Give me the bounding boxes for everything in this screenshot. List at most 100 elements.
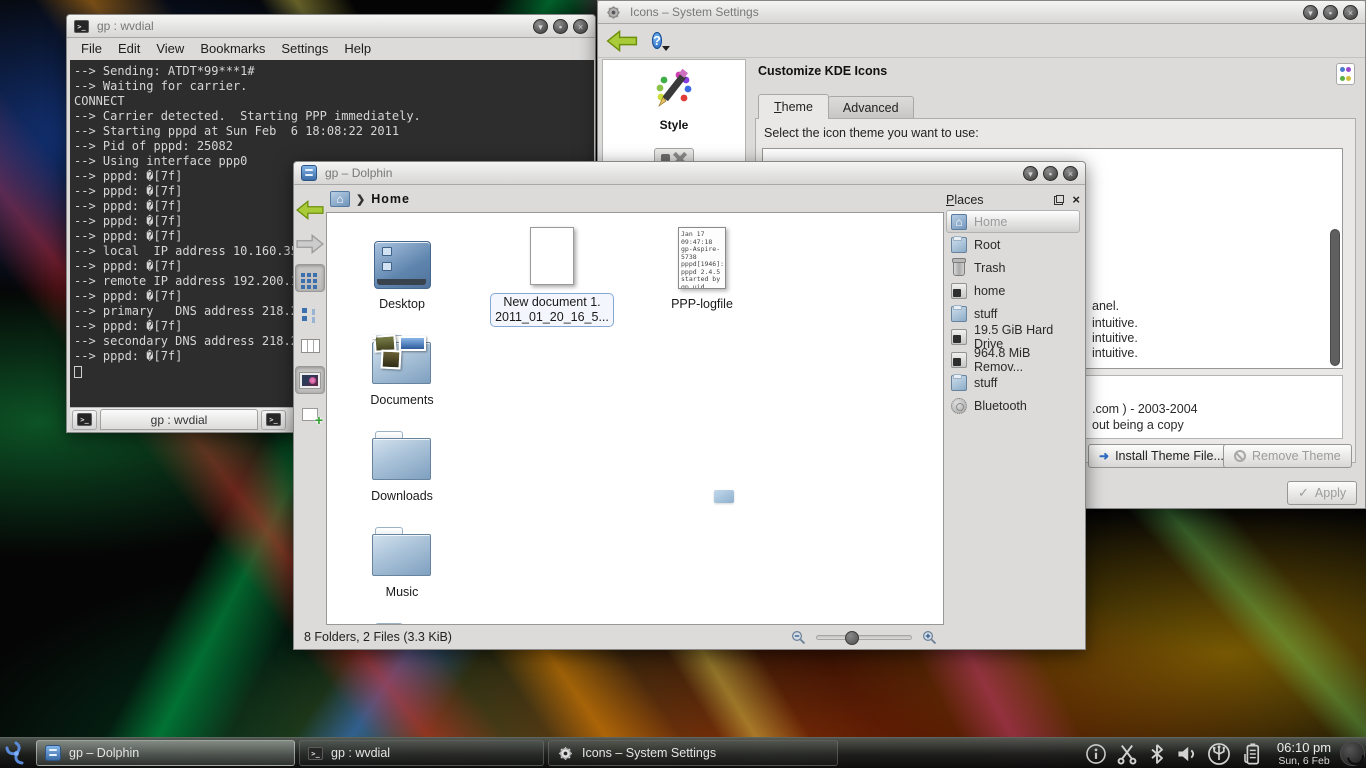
style-icon: [651, 68, 697, 114]
places-item[interactable]: Bluetooth: [946, 394, 1080, 417]
menu-item[interactable]: File: [73, 40, 110, 57]
breadcrumb-home[interactable]: Home: [371, 192, 410, 206]
folder-item[interactable]: Desktop: [327, 215, 477, 311]
minimize-icon[interactable]: ▾: [1023, 166, 1038, 181]
folder-label: Music: [386, 585, 419, 599]
remove-theme-button[interactable]: Remove Theme: [1223, 444, 1352, 468]
preview-icon: [300, 373, 320, 388]
places-item[interactable]: Trash: [946, 256, 1080, 279]
home-folder-icon[interactable]: ⌂: [330, 191, 350, 207]
gear-icon: [605, 4, 622, 21]
menu-item[interactable]: Bookmarks: [192, 40, 273, 57]
place-icon: [951, 352, 967, 368]
split-view-button[interactable]: [295, 400, 325, 428]
panel-toolbox-cashew[interactable]: [1340, 741, 1365, 766]
taskbar: gp – Dolphin >_ gp : wvdial Icons – Syst…: [0, 737, 1366, 768]
places-title: Places: [946, 193, 1054, 207]
details-view-button[interactable]: [295, 298, 325, 326]
system-settings-toolbar: ?: [598, 24, 1365, 58]
places-item[interactable]: stuff: [946, 371, 1080, 394]
sidebar-item-style[interactable]: Style: [603, 60, 745, 132]
place-label: 964.8 MiB Remov...: [974, 346, 1075, 374]
close-icon[interactable]: ×: [1343, 5, 1358, 20]
place-label: Root: [974, 238, 1000, 252]
minimize-icon[interactable]: ▾: [533, 19, 548, 34]
close-panel-icon[interactable]: ×: [1072, 195, 1080, 205]
place-label: Trash: [974, 261, 1006, 275]
app-launcher-button[interactable]: [2, 739, 31, 768]
places-item[interactable]: ⌂ Home: [946, 210, 1080, 233]
icons-view-button[interactable]: [295, 264, 325, 292]
apply-button[interactable]: ✓ Apply: [1287, 481, 1357, 505]
folder-icon: [372, 431, 432, 481]
forward-button[interactable]: [295, 230, 325, 258]
place-label: home: [974, 284, 1005, 298]
drag-ghost-artifact: [714, 490, 734, 503]
maximize-icon[interactable]: ▪: [553, 19, 568, 34]
taskbar-task-wvdial[interactable]: >_ gp : wvdial: [299, 740, 544, 766]
clock[interactable]: 06:10 pm Sun, 6 Feb: [1268, 740, 1340, 767]
columns-view-button[interactable]: [295, 332, 325, 360]
maximize-icon[interactable]: ▪: [1323, 5, 1338, 20]
tab-theme[interactable]: Theme: [758, 94, 829, 119]
breadcrumb-separator: ❯: [356, 193, 365, 206]
konsole-titlebar[interactable]: >_ gp : wvdial ▾ ▪ ×: [67, 15, 595, 38]
volume-icon[interactable]: [1176, 743, 1198, 765]
zoom-slider-knob[interactable]: [845, 631, 859, 645]
folder-item[interactable]: Music: [327, 503, 477, 599]
zoom-slider[interactable]: [816, 635, 912, 640]
menu-item[interactable]: Settings: [273, 40, 336, 57]
float-panel-icon[interactable]: [1054, 195, 1064, 205]
bluetooth-icon[interactable]: [1147, 743, 1167, 765]
places-item[interactable]: 964.8 MiB Remov...: [946, 348, 1080, 371]
places-item[interactable]: home: [946, 279, 1080, 302]
taskbar-task-system-settings[interactable]: Icons – System Settings: [548, 740, 838, 766]
columns-view-icon: [301, 339, 320, 353]
klipper-scissors-icon[interactable]: [1116, 743, 1138, 765]
file-item[interactable]: Jan 17 09:47:18 gp-Aspire-5738 pppd[1946…: [627, 215, 777, 327]
new-tab-button[interactable]: >_: [72, 410, 97, 430]
folder-item[interactable]: Pictures: [327, 599, 477, 625]
folder-item[interactable]: Downloads: [327, 407, 477, 503]
folder-item[interactable]: Documents: [327, 311, 477, 407]
taskbar-task-dolphin[interactable]: gp – Dolphin: [36, 740, 295, 766]
help-icon: ?: [652, 32, 662, 49]
zoom-out-icon[interactable]: [791, 630, 806, 645]
theme-list-text: anel.: [1092, 299, 1119, 314]
maximize-icon[interactable]: ▪: [1043, 166, 1058, 181]
info-tray-icon[interactable]: [1085, 743, 1107, 765]
terminal-line: --> Starting pppd at Sun Feb 6 18:08:22 …: [74, 124, 590, 139]
close-tab-button[interactable]: >_: [261, 410, 286, 430]
menu-item[interactable]: View: [148, 40, 192, 57]
page-title: Customize KDE Icons: [758, 64, 887, 78]
close-icon[interactable]: ×: [573, 19, 588, 34]
file-label-selected: New document 1.2011_01_20_16_5...: [490, 293, 614, 327]
place-label: Bluetooth: [974, 399, 1027, 413]
places-item[interactable]: Root: [946, 233, 1080, 256]
file-item-selected[interactable]: New document 1.2011_01_20_16_5...: [477, 215, 627, 327]
dolphin-file-view[interactable]: Desktop Documents Downloads: [326, 212, 944, 625]
battery-icon[interactable]: [1240, 742, 1262, 766]
overview-icon[interactable]: [1336, 63, 1355, 85]
system-settings-titlebar[interactable]: Icons – System Settings ▾ ▪ ×: [598, 1, 1365, 24]
minimize-icon[interactable]: ▾: [1303, 5, 1318, 20]
tab-advanced[interactable]: Advanced: [828, 96, 914, 119]
back-button[interactable]: [606, 29, 638, 53]
file-label: PPP-logfile: [671, 297, 733, 311]
blank-document-icon: [530, 227, 574, 285]
konsole-menubar: FileEditViewBookmarksSettingsHelp: [67, 38, 595, 59]
menu-item[interactable]: Help: [336, 40, 379, 57]
menu-item[interactable]: Edit: [110, 40, 148, 57]
preview-button[interactable]: [295, 366, 325, 394]
install-theme-button[interactable]: ➜ Install Theme File...: [1088, 444, 1235, 468]
help-button[interactable]: ?: [652, 31, 662, 51]
place-icon: [951, 237, 967, 253]
dolphin-titlebar[interactable]: gp – Dolphin ▾ ▪ ×: [294, 162, 1085, 185]
scrollbar[interactable]: [1330, 229, 1340, 366]
close-icon[interactable]: ×: [1063, 166, 1078, 181]
usb-device-icon[interactable]: [1207, 742, 1231, 766]
zoom-in-icon[interactable]: [922, 630, 937, 645]
place-label: stuff: [974, 376, 997, 390]
konsole-tab[interactable]: gp : wvdial: [100, 409, 258, 430]
back-button[interactable]: [295, 196, 325, 224]
